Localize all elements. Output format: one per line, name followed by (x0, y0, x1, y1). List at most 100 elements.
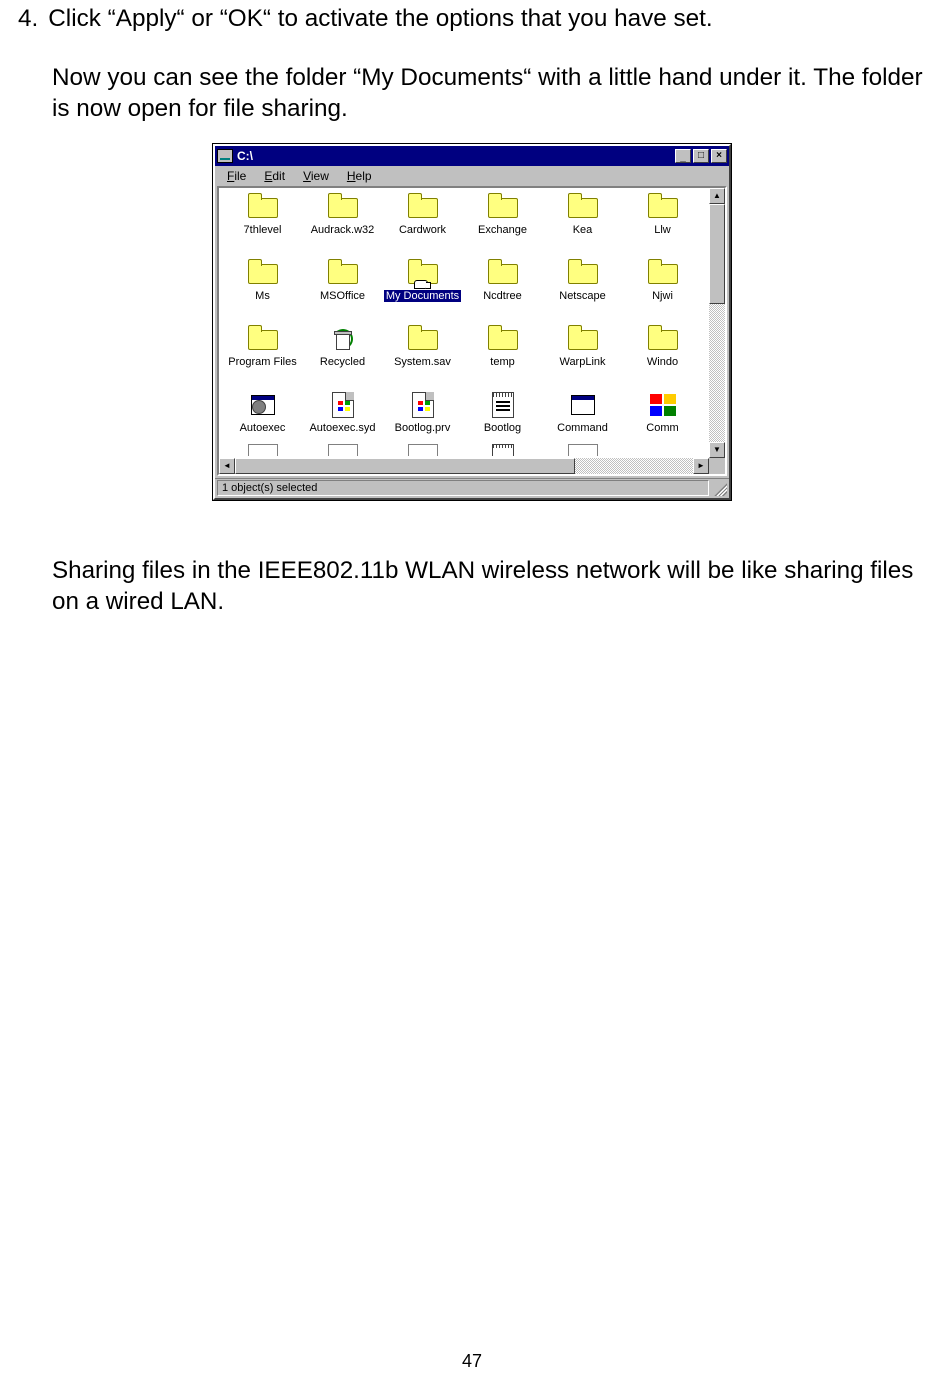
item-label: My Documents (384, 290, 461, 302)
item-cardwork[interactable]: Cardwork (383, 192, 462, 258)
status-text: 1 object(s) selected (217, 480, 709, 496)
drive-icon (217, 149, 233, 163)
scroll-down-button[interactable]: ▼ (709, 442, 725, 458)
item-exchange[interactable]: Exchange (463, 192, 542, 258)
folder-icon (406, 258, 440, 288)
item-msoffice[interactable]: MSOffice (303, 258, 382, 324)
item-label: Exchange (476, 224, 529, 236)
icon-grid: 7thlevel Audrack.w32 Cardwork Exchange Kea Ll… (219, 188, 709, 458)
folder-icon (566, 324, 600, 354)
close-button[interactable]: × (711, 149, 727, 163)
paragraph-sharing: Sharing files in the IEEE802.11b WLAN wi… (52, 556, 926, 618)
horizontal-scroll-thumb[interactable] (235, 458, 575, 474)
folder-icon (326, 258, 360, 288)
item-label: WarpLink (557, 356, 607, 368)
menu-bar: File Edit View Help (215, 166, 729, 186)
folder-icon (486, 324, 520, 354)
item-program-files[interactable]: Program Files (223, 324, 302, 390)
partial-next-row (223, 444, 709, 458)
item-kea[interactable]: Kea (543, 192, 622, 258)
item-label: Llw (652, 224, 673, 236)
folder-icon (486, 258, 520, 288)
item-label: Bootlog.prv (393, 422, 453, 434)
folder-icon (646, 258, 680, 288)
item-7thlevel[interactable]: 7thlevel (223, 192, 302, 258)
item-llw[interactable]: Llw (623, 192, 702, 258)
scroll-up-button[interactable]: ▲ (709, 188, 725, 204)
item-label: System.sav (392, 356, 453, 368)
item-my-documents[interactable]: My Documents (383, 258, 462, 324)
step-4: 4. Click “Apply“ or “OK“ to activate the… (18, 4, 926, 34)
step-text: Click “Apply“ or “OK“ to activate the op… (48, 4, 926, 34)
item-recycled[interactable]: Recycled (303, 324, 382, 390)
scroll-corner (709, 458, 725, 474)
window-titlebar[interactable]: C:\ _ □ × (215, 146, 729, 166)
folder-icon (246, 192, 280, 222)
text-file-icon (486, 390, 520, 420)
folder-icon (326, 192, 360, 222)
vertical-scrollbar[interactable]: ▲ ▼ (709, 188, 725, 458)
folder-icon (566, 192, 600, 222)
item-label: Windo (645, 356, 680, 368)
windows-file-icon (326, 390, 360, 420)
window-title: C:\ (237, 149, 673, 163)
recycle-bin-icon (326, 324, 360, 354)
item-label: Command (555, 422, 610, 434)
page-number: 47 (0, 1351, 944, 1372)
item-label: 7thlevel (242, 224, 284, 236)
item-label: Autoexec (238, 422, 288, 434)
item-label: Kea (571, 224, 595, 236)
folder-icon (246, 324, 280, 354)
horizontal-scrollbar[interactable]: ◄ ► (219, 458, 709, 474)
item-label: Recycled (318, 356, 367, 368)
menu-file[interactable]: File (219, 168, 254, 184)
scroll-left-button[interactable]: ◄ (219, 458, 235, 474)
item-label: Autoexec.syd (307, 422, 377, 434)
item-label: temp (488, 356, 516, 368)
item-label: Audrack.w32 (309, 224, 377, 236)
scroll-right-button[interactable]: ► (693, 458, 709, 474)
folder-icon (406, 324, 440, 354)
item-label: Cardwork (397, 224, 448, 236)
system-file-icon (246, 390, 280, 420)
item-windo[interactable]: Windo (623, 324, 702, 390)
menu-edit[interactable]: Edit (256, 168, 293, 184)
vertical-scroll-thumb[interactable] (709, 204, 725, 304)
item-label: Program Files (226, 356, 298, 368)
item-audrack-w32[interactable]: Audrack.w32 (303, 192, 382, 258)
item-temp[interactable]: temp (463, 324, 542, 390)
item-ncdtree[interactable]: Ncdtree (463, 258, 542, 324)
item-njwi[interactable]: Njwi (623, 258, 702, 324)
status-bar: 1 object(s) selected (215, 478, 729, 498)
item-label: Ncdtree (481, 290, 524, 302)
folder-viewport: 7thlevel Audrack.w32 Cardwork Exchange Kea Ll… (217, 186, 727, 476)
program-icon (646, 390, 680, 420)
resize-grip-icon[interactable] (711, 480, 727, 496)
menu-view[interactable]: View (295, 168, 337, 184)
folder-icon (566, 258, 600, 288)
folder-icon (646, 324, 680, 354)
menu-help[interactable]: Help (339, 168, 380, 184)
item-system-sav[interactable]: System.sav (383, 324, 462, 390)
step-number: 4. (18, 4, 38, 34)
item-ms[interactable]: Ms (223, 258, 302, 324)
item-label: Ms (253, 290, 272, 302)
windows-file-icon (406, 390, 440, 420)
item-netscape[interactable]: Netscape (543, 258, 622, 324)
item-label: Njwi (650, 290, 675, 302)
folder-icon (246, 258, 280, 288)
minimize-button[interactable]: _ (675, 149, 691, 163)
folder-icon (486, 192, 520, 222)
share-hand-icon (414, 280, 428, 289)
maximize-button[interactable]: □ (693, 149, 709, 163)
item-warplink[interactable]: WarpLink (543, 324, 622, 390)
screenshot-figure: C:\ _ □ × File Edit View Help 7thlevel Au… (212, 143, 732, 501)
item-label: MSOffice (318, 290, 367, 302)
explorer-window: C:\ _ □ × File Edit View Help 7thlevel Au… (213, 144, 731, 500)
item-label: Bootlog (482, 422, 523, 434)
item-label: Netscape (557, 290, 607, 302)
dos-window-icon (566, 390, 600, 420)
folder-icon (406, 192, 440, 222)
item-label: Comm (644, 422, 680, 434)
folder-icon (646, 192, 680, 222)
